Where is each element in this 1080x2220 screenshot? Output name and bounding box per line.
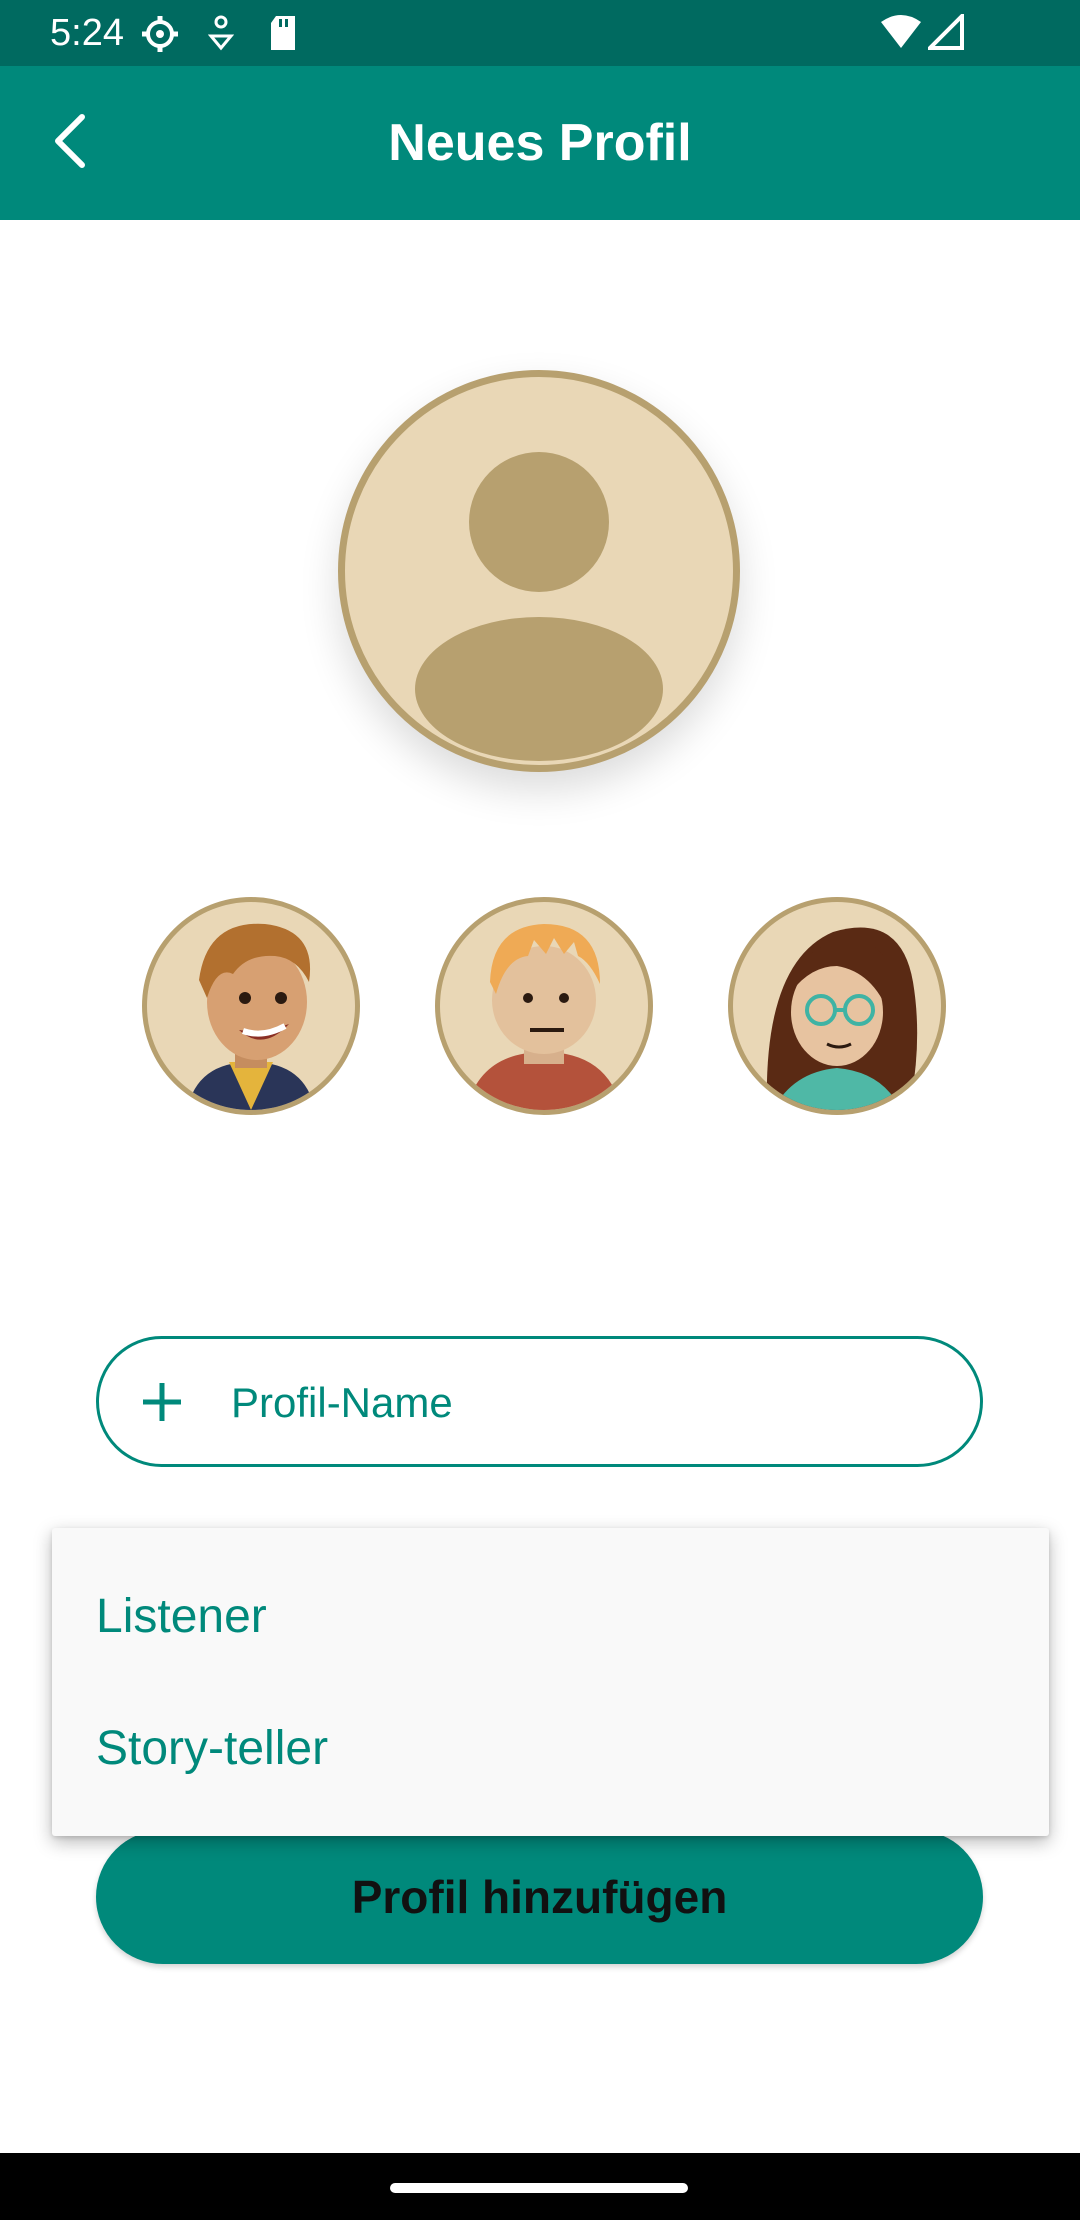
chevron-left-icon xyxy=(50,111,90,176)
role-dropdown-menu: Listener Story-teller xyxy=(52,1528,1049,1836)
profile-avatar-preview[interactable] xyxy=(338,370,740,772)
settings-icon xyxy=(140,14,180,52)
plus-icon xyxy=(137,1377,187,1427)
app-bar: Neues Profil xyxy=(0,66,1080,220)
avatar-option-2[interactable] xyxy=(435,897,653,1115)
avatar-option-1[interactable] xyxy=(142,897,360,1115)
profile-name-input[interactable] xyxy=(229,1357,933,1449)
profile-name-field[interactable] xyxy=(96,1336,983,1467)
signal-icon xyxy=(928,14,964,52)
status-time: 5:24 xyxy=(50,12,124,54)
menu-item-story-teller[interactable]: Story-teller xyxy=(52,1682,1049,1814)
sd-card-icon xyxy=(268,14,298,52)
add-profile-button[interactable]: Profil hinzufügen xyxy=(96,1830,983,1964)
system-navigation-bar xyxy=(0,2153,1080,2220)
home-indicator[interactable] xyxy=(390,2183,688,2193)
status-bar: 5:24 xyxy=(0,0,1080,66)
wifi-icon xyxy=(880,14,922,52)
back-button[interactable] xyxy=(30,103,110,183)
page-title: Neues Profil xyxy=(388,114,692,172)
menu-item-listener[interactable]: Listener xyxy=(52,1550,1049,1682)
avatar-option-3[interactable] xyxy=(728,897,946,1115)
notification-icon xyxy=(208,14,234,52)
